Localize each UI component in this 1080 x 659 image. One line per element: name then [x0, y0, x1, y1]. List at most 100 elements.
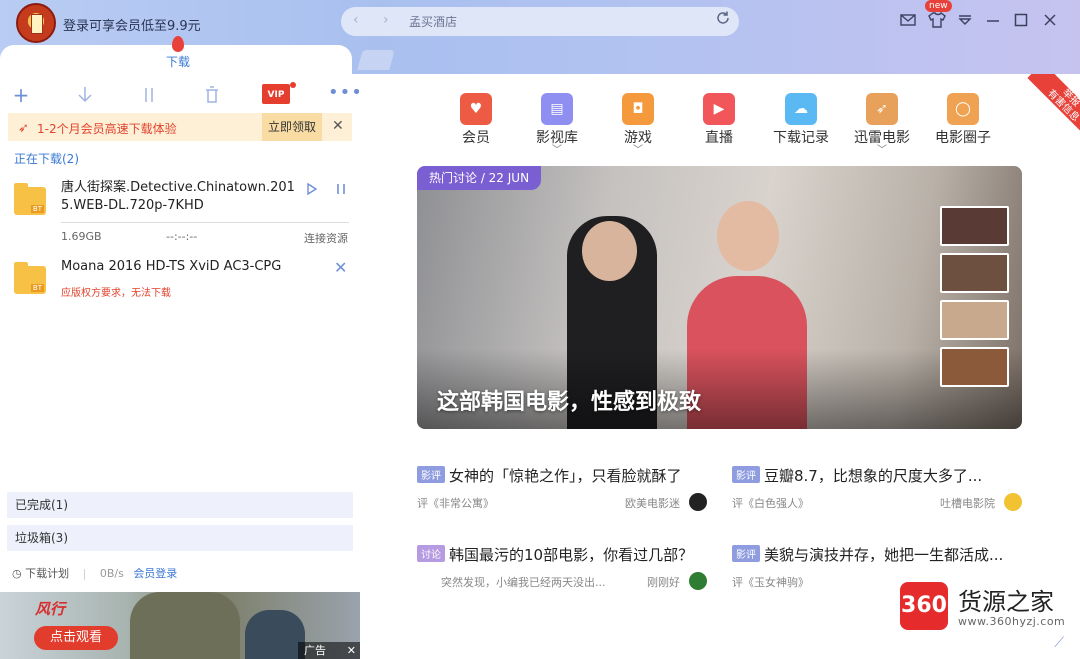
banner-figure-image	[582, 221, 637, 281]
progress-track	[61, 222, 349, 223]
tv-icon: ▶	[703, 93, 735, 125]
discussion-badge: 讨论	[417, 545, 445, 562]
nav-movie-library[interactable]: ▤ 影视库 ﹀	[521, 93, 593, 156]
ad-figure-image	[130, 592, 240, 659]
resize-grip-icon[interactable]: ⟋	[1054, 635, 1064, 651]
claim-button[interactable]: 立即领取	[262, 113, 322, 141]
skin-icon[interactable]	[927, 10, 947, 30]
file-size: 1.69GB	[61, 230, 102, 243]
article-source[interactable]: 吐槽电影院	[915, 495, 995, 511]
nav-label: 直播	[705, 130, 733, 146]
watermark-url: www.360hyzj.com	[958, 615, 1066, 628]
nav-download-history[interactable]: ☁ 下载记录	[765, 93, 837, 147]
pause-icon[interactable]	[334, 182, 348, 196]
ad-figure-image	[245, 610, 305, 659]
gamepad-icon: ◘	[622, 93, 654, 125]
pause-all-icon[interactable]	[138, 84, 160, 106]
article-title[interactable]: 影评 美貌与演技并存，她把一生都活成...	[732, 544, 1003, 565]
nav-label: 游戏	[624, 130, 652, 146]
notification-dot	[290, 82, 296, 88]
banner-thumbnail[interactable]	[940, 347, 1009, 387]
download-status: 连接资源	[304, 232, 348, 245]
address-bar[interactable]: ‹ › 孟买酒店	[341, 7, 739, 36]
tab-download-label[interactable]: 下载	[166, 53, 190, 70]
article-title[interactable]: 影评 豆瓣8.7，比想象的尺度大多了...	[732, 465, 982, 486]
banner-thumbnail[interactable]	[940, 253, 1009, 293]
menu-dropdown-icon[interactable]	[955, 10, 975, 30]
nav-xunlei-movies[interactable]: ➶ 迅雷电影 ﹀	[846, 93, 918, 156]
article-subtitle: 评《白色强人》	[732, 497, 809, 510]
source-avatar[interactable]	[1004, 493, 1022, 511]
banner-thumbnail[interactable]	[940, 206, 1009, 246]
copyright-error-text: 应版权方要求，无法下载	[61, 288, 171, 299]
review-badge: 影评	[417, 466, 445, 483]
member-login-link[interactable]: 会员登录	[133, 567, 177, 580]
clock-icon: ◷	[12, 567, 22, 580]
download-item-name[interactable]: 唐人街探案.Detective.Chinatown.201 5.WEB-DL.7…	[61, 179, 295, 215]
circle-icon: ◯	[947, 93, 979, 125]
member-promo-link[interactable]: 登录可享会员低至9.9元	[63, 15, 201, 34]
vip-button[interactable]: VIP	[262, 84, 290, 104]
chevron-down-icon[interactable]: ﹀	[521, 146, 593, 156]
nav-label: 迅雷电影	[854, 130, 910, 146]
source-avatar[interactable]	[689, 572, 707, 590]
ad-label: 广告 ✕	[298, 642, 360, 659]
article-source[interactable]: 刚刚好	[600, 574, 680, 590]
watermark-logo: 360	[900, 582, 948, 630]
status-bar: ◷ 下载计划 | 0B/s 会员登录	[12, 567, 178, 580]
thunder-bird-icon: ➶	[18, 121, 29, 136]
nav-label: 下载记录	[773, 130, 829, 146]
back-icon[interactable]: ‹	[353, 12, 359, 28]
film-icon: ▤	[541, 93, 573, 125]
speed-readout: 0B/s	[99, 567, 124, 580]
article-title[interactable]: 讨论 韩国最污的10部电影，你看过几部？	[417, 544, 693, 565]
banner-thumbnail[interactable]	[940, 300, 1009, 340]
download-item-name[interactable]: Moana 2016 HD-TS XviD AC3-CPG	[61, 258, 281, 276]
chevron-down-icon[interactable]: ﹀	[846, 146, 918, 156]
nav-label: 影视库	[536, 130, 578, 146]
nav-live[interactable]: ▶ 直播	[683, 93, 755, 147]
nav-movie-circle[interactable]: ◯ 电影圈子	[927, 93, 999, 147]
article-subtitle: 评《玉女神驹》	[732, 576, 809, 589]
ad-banner[interactable]: 风行 点击观看 广告 ✕	[0, 592, 360, 659]
delete-icon[interactable]	[201, 84, 223, 106]
report-ribbon[interactable]: 举报 有害信息	[1020, 74, 1080, 134]
nav-label: 会员	[462, 130, 490, 146]
nav-member[interactable]: ♥ 会员	[440, 93, 512, 147]
new-badge: new	[925, 0, 952, 12]
close-ad-icon[interactable]: ✕	[347, 642, 356, 659]
trial-promo-text: 1-2个月会员高速下载体验	[37, 122, 177, 136]
new-tab-button[interactable]	[357, 50, 395, 70]
time-remaining: --:--:--	[166, 230, 198, 243]
play-preview-icon[interactable]	[305, 182, 319, 196]
close-promo-icon[interactable]: ✕	[332, 118, 344, 134]
article-source[interactable]: 欧美电影迷	[600, 495, 680, 511]
ad-watch-button[interactable]: 点击观看	[34, 626, 118, 650]
downloading-section-title[interactable]: 正在下载(2)	[14, 150, 79, 167]
completed-tab[interactable]: 已完成(1)	[7, 492, 353, 518]
add-task-icon[interactable]: +	[10, 84, 32, 106]
address-input[interactable]: 孟买酒店	[409, 13, 457, 30]
download-schedule-link[interactable]: 下载计划	[25, 567, 69, 580]
watermark: 360 货源之家 www.360hyzj.com	[900, 582, 1080, 634]
article-title[interactable]: 影评 女神的「惊艳之作」，只看脸就酥了	[417, 465, 682, 486]
user-avatar[interactable]	[16, 3, 56, 43]
banner-headline[interactable]: 这部韩国电影，性感到极致	[437, 384, 701, 416]
refresh-icon[interactable]	[715, 10, 731, 26]
nav-games[interactable]: ◘ 游戏 ﹀	[602, 93, 674, 156]
more-options-icon[interactable]: •••	[328, 82, 363, 103]
bt-file-icon: BT	[14, 262, 46, 294]
forward-icon[interactable]: ›	[383, 12, 389, 28]
mail-icon[interactable]	[898, 10, 918, 30]
minimize-icon[interactable]	[983, 10, 1003, 30]
remove-task-icon[interactable]: ✕	[334, 258, 347, 277]
source-avatar[interactable]	[689, 493, 707, 511]
start-download-icon[interactable]	[74, 84, 96, 106]
watermark-name: 货源之家	[958, 588, 1054, 616]
featured-banner[interactable]: 热门讨论 / 22 JUN 这部韩国电影，性感到极致	[417, 166, 1022, 429]
chevron-down-icon[interactable]: ﹀	[602, 146, 674, 156]
maximize-icon[interactable]	[1011, 10, 1031, 30]
close-window-icon[interactable]	[1040, 10, 1060, 30]
trash-tab[interactable]: 垃圾箱(3)	[7, 525, 353, 551]
member-trial-banner: ➶ 1-2个月会员高速下载体验 立即领取 ✕	[8, 113, 352, 141]
